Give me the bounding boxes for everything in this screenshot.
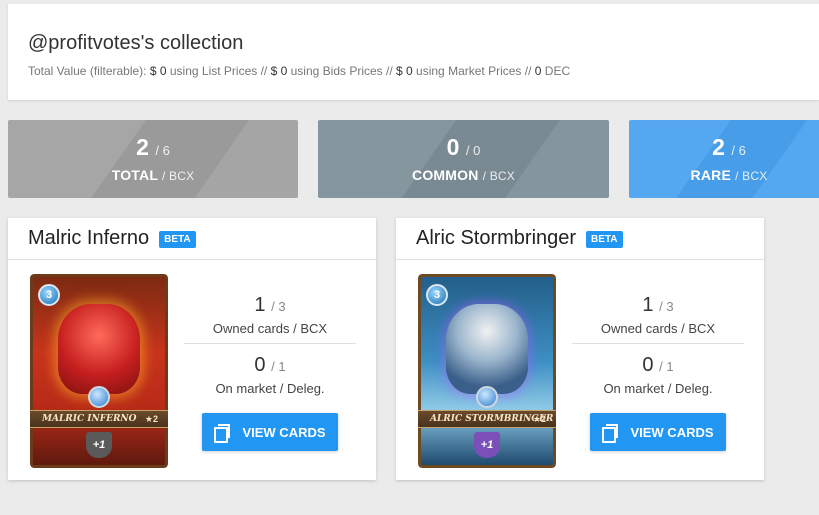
owned-of: / 3	[659, 299, 674, 314]
divider	[572, 343, 744, 344]
market-count: 0	[642, 354, 654, 376]
water-monster-art	[446, 304, 528, 394]
element-orb-icon	[88, 386, 110, 408]
card-art-level: ★2	[144, 414, 158, 424]
stat-rare-count: 2	[712, 134, 725, 160]
shield-icon: +1	[474, 432, 500, 458]
view-cards-label: VIEW CARDS	[630, 424, 714, 440]
cards-icon	[214, 424, 231, 443]
owned-info: 1 / 3 Owned cards / BCX	[184, 294, 356, 336]
card-name: Malric Inferno	[28, 227, 150, 249]
cards-icon	[602, 424, 619, 443]
view-cards-label: VIEW CARDS	[242, 424, 326, 440]
beta-badge: BETA	[159, 231, 196, 248]
mana-icon: 3	[38, 284, 60, 306]
dec-label: DEC	[544, 64, 571, 78]
element-orb-icon	[476, 386, 498, 408]
owned-caption: Owned cards / BCX	[600, 321, 716, 336]
stat-common-count: 0	[446, 134, 460, 160]
stat-total-label: TOTAL	[111, 167, 158, 183]
list-price-value: $ 0	[149, 64, 167, 78]
card-name: Alric Stormbringer	[416, 227, 577, 249]
fire-monster-art	[58, 304, 140, 394]
market-price-value: $ 0	[396, 64, 413, 78]
page-title: @profitvotes's collection	[28, 32, 244, 54]
market-of: / 1	[271, 359, 286, 374]
market-info: 0 / 1 On market / Deleg.	[184, 354, 356, 396]
stat-rare[interactable]: 2 / 6 RARE / BCX	[629, 120, 819, 198]
owned-count: 1	[642, 294, 654, 316]
view-cards-button[interactable]: VIEW CARDS	[202, 413, 338, 451]
card-art-level: ★2	[532, 414, 546, 424]
card-image[interactable]: 3 ALRIC STORMBRINGER ★2 +1	[418, 274, 556, 468]
shield-icon: +1	[86, 432, 112, 458]
owned-count: 1	[254, 294, 266, 316]
beta-badge: BETA	[586, 231, 623, 248]
market-price-label: using Market Prices //	[416, 64, 532, 78]
stat-common-unit: / BCX	[482, 169, 515, 183]
stat-common-of: / 0	[465, 143, 481, 158]
card-panel-alric-stormbringer: Alric Stormbringer BETA 3 ALRIC STORMBRI…	[396, 218, 764, 480]
card-panel-malric-inferno: Malric Inferno BETA 3 MALRIC INFERNO ★2 …	[8, 218, 376, 480]
collection-header: @profitvotes's collection Total Value (f…	[8, 4, 819, 100]
card-image[interactable]: 3 MALRIC INFERNO ★2 +1	[30, 274, 168, 468]
market-caption: On market / Deleg.	[603, 381, 713, 396]
stat-total-count: 2	[136, 134, 149, 160]
stat-total-unit: / BCX	[161, 169, 195, 183]
list-price-label: using List Prices //	[169, 64, 268, 78]
card-name-banner: ALRIC STORMBRINGER ★2	[418, 410, 556, 428]
owned-info: 1 / 3 Owned cards / BCX	[572, 294, 744, 336]
divider	[184, 343, 356, 344]
bids-price-label: using Bids Prices //	[290, 64, 393, 78]
stat-common[interactable]: 0 / 0 COMMON / BCX	[318, 120, 609, 198]
stat-total-of: / 6	[155, 143, 170, 158]
market-count: 0	[254, 354, 266, 376]
dec-value: 0	[534, 64, 542, 78]
total-value-line: Total Value (filterable): $ 0 using List…	[28, 64, 570, 78]
market-of: / 1	[659, 359, 674, 374]
stat-rare-label: RARE	[690, 167, 732, 183]
stat-rare-of: / 6	[731, 143, 746, 158]
bids-price-value: $ 0	[270, 64, 288, 78]
card-title-bar: Malric Inferno BETA	[8, 218, 376, 260]
stat-common-label: COMMON	[412, 167, 479, 183]
card-title-bar: Alric Stormbringer BETA	[396, 218, 764, 260]
market-caption: On market / Deleg.	[215, 381, 325, 396]
market-info: 0 / 1 On market / Deleg.	[572, 354, 744, 396]
stat-rare-unit: / BCX	[735, 169, 768, 183]
mana-icon: 3	[426, 284, 448, 306]
card-art-name: MALRIC INFERNO	[42, 414, 137, 424]
owned-caption: Owned cards / BCX	[212, 321, 328, 336]
total-value-label: Total Value (filterable):	[28, 64, 147, 78]
stat-total[interactable]: 2 / 6 TOTAL / BCX	[8, 120, 298, 198]
view-cards-button[interactable]: VIEW CARDS	[590, 413, 726, 451]
card-name-banner: MALRIC INFERNO ★2	[30, 410, 168, 428]
owned-of: / 3	[271, 299, 286, 314]
